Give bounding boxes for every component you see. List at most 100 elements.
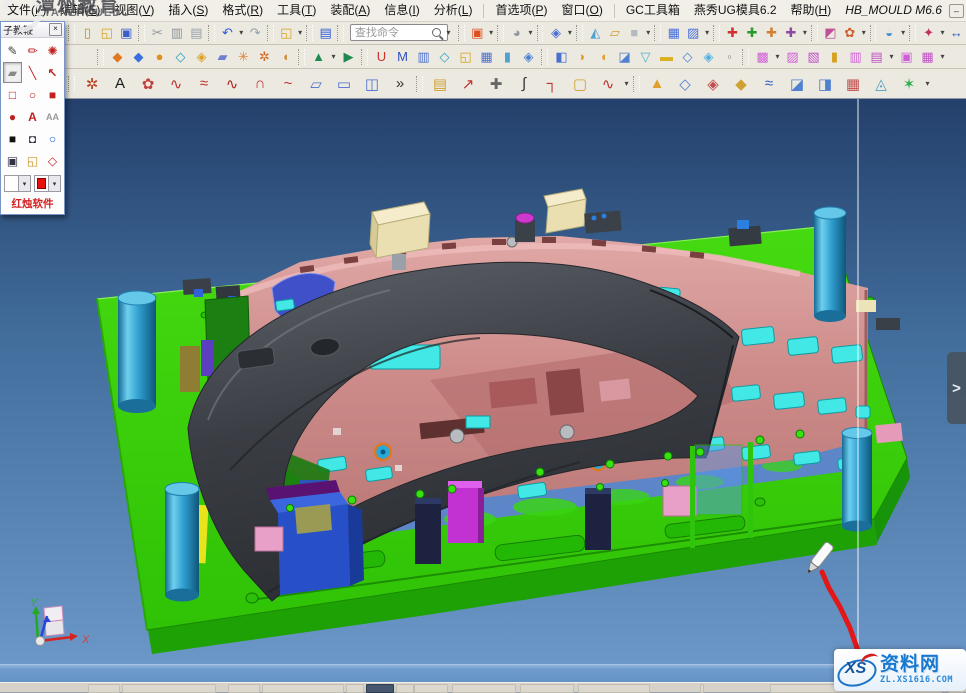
isometric-view-icon[interactable]: ◈ — [546, 22, 565, 44]
sew-icon[interactable]: ▨ — [782, 46, 803, 68]
dropdown-caret-icon[interactable]: ▾ — [237, 23, 245, 43]
mirror-icon[interactable]: ▣ — [896, 46, 917, 68]
object-display-icon[interactable]: ✿ — [840, 22, 859, 44]
taskbar-item[interactable] — [520, 684, 574, 693]
orient-view-icon[interactable]: ◭ — [586, 22, 605, 44]
sketch-curve-icon[interactable]: ✿ — [134, 71, 162, 97]
revolve-icon[interactable]: ✳ — [233, 46, 254, 68]
sweep-icon[interactable]: ◖ — [275, 46, 296, 68]
toolbar-grip[interactable] — [138, 25, 145, 41]
toolbar-grip[interactable] — [361, 49, 368, 65]
menu-item-yanxiu-ug-mold[interactable]: 燕秀UG模具6.2 — [687, 0, 784, 21]
pocket-icon[interactable]: ▥ — [413, 46, 434, 68]
dropdown-caret-icon[interactable]: ▾ — [644, 23, 652, 43]
four-point-surface-icon[interactable]: ▲ — [643, 71, 671, 97]
scale-icon[interactable]: ▦ — [917, 46, 938, 68]
taskbar-item[interactable] — [700, 684, 704, 693]
text-a-tool[interactable]: A — [23, 106, 42, 127]
menu-item-gc-toolbox[interactable]: GC工具箱 — [619, 0, 687, 21]
info-sheet-icon[interactable]: ▤ — [316, 22, 335, 44]
toolbar-grip[interactable] — [68, 76, 75, 92]
toolbar-grip[interactable] — [68, 25, 75, 41]
fit-view-icon[interactable]: ▣ — [468, 22, 487, 44]
helix-icon[interactable]: ∿ — [218, 71, 246, 97]
task-sketch-icon[interactable]: ▶ — [338, 46, 359, 68]
menu-item-file[interactable]: 文件(F) — [0, 0, 53, 21]
toolbar-grip[interactable] — [537, 25, 544, 41]
trimmed-sheet-icon[interactable]: ◨ — [811, 71, 839, 97]
project-curve-icon[interactable]: ↗ — [454, 71, 482, 97]
redo-icon[interactable]: ↷ — [245, 22, 264, 44]
new-file-icon[interactable]: ▯ — [78, 22, 97, 44]
dropdown-caret-icon[interactable]: ▾ — [938, 23, 946, 43]
taskbar-item[interactable] — [346, 684, 364, 693]
dropdown-caret-icon[interactable]: ▾ — [887, 47, 896, 67]
pane-icon[interactable]: ■ — [625, 22, 644, 44]
dropdown-caret-icon[interactable]: ▾ — [773, 47, 782, 67]
patch-icon[interactable]: ▧ — [803, 46, 824, 68]
styled-sweep-icon[interactable]: ▦ — [839, 71, 867, 97]
taskbar-item[interactable] — [262, 684, 344, 693]
toolbar-grip[interactable] — [713, 25, 720, 41]
line-tool[interactable]: ╲ — [23, 62, 42, 83]
split-body-icon[interactable]: ▽ — [635, 46, 656, 68]
distance-icon[interactable]: ↔ — [947, 22, 966, 44]
dropdown-caret-icon[interactable]: ▾ — [703, 23, 711, 43]
arrow-tool[interactable]: ↖ — [43, 62, 62, 83]
block-icon[interactable]: ◈ — [191, 46, 212, 68]
pen-tool[interactable]: ✎ — [3, 40, 22, 61]
dropdown-caret-icon[interactable]: ▾ — [296, 23, 304, 43]
menu-item-view[interactable]: 视图(V) — [107, 0, 161, 21]
open-recent-icon[interactable]: ◱ — [277, 22, 296, 44]
hole-icon[interactable]: U — [371, 46, 392, 68]
toolbar-grip[interactable] — [416, 76, 423, 92]
taskbar-item[interactable] — [228, 684, 260, 693]
offset-surface-icon[interactable]: ◪ — [783, 71, 811, 97]
round-tool[interactable]: ● — [3, 106, 22, 127]
brush-tool[interactable]: ✏ — [23, 40, 42, 61]
taskbar-item[interactable] — [414, 684, 448, 693]
menu-item-tools[interactable]: 工具(T) — [270, 0, 323, 21]
cone-icon[interactable]: ◇ — [170, 46, 191, 68]
datum-plane-icon[interactable]: ◆ — [107, 46, 128, 68]
overflow-chevron[interactable]: » — [386, 71, 414, 97]
shaded-view-icon[interactable]: ◕ — [507, 22, 526, 44]
n-sided-icon[interactable]: ◆ — [727, 71, 755, 97]
menu-item-analysis[interactable]: 分析(L) — [427, 0, 480, 21]
blackboard-tool[interactable]: ■ — [3, 128, 22, 149]
new-window-icon[interactable]: ▦ — [664, 22, 683, 44]
toolbar-grip[interactable] — [576, 25, 583, 41]
extrude-icon[interactable]: ▰ — [212, 46, 233, 68]
toolbar-grip[interactable] — [306, 25, 313, 41]
trim-body-icon[interactable]: ◪ — [614, 46, 635, 68]
toolbar-grip[interactable] — [811, 25, 818, 41]
point-icon[interactable]: ✲ — [78, 71, 106, 97]
cylinder-icon[interactable]: ▮ — [497, 46, 518, 68]
dropdown-caret-icon[interactable]: ▾ — [938, 47, 947, 67]
through-curves-icon[interactable]: ◈ — [699, 71, 727, 97]
boss-icon[interactable]: M — [392, 46, 413, 68]
dropdown-caret-icon[interactable]: ▾ — [899, 23, 907, 43]
blend-icon[interactable]: ▬ — [656, 46, 677, 68]
taskbar-item[interactable] — [88, 684, 120, 693]
toolbar-grip[interactable] — [541, 49, 548, 65]
datum-plane2-icon[interactable]: ▱ — [302, 71, 330, 97]
wcs-display-icon[interactable]: ✚ — [723, 22, 742, 44]
rect-tool[interactable]: □ — [3, 84, 22, 105]
sketch-icon[interactable]: ▲ — [308, 46, 329, 68]
paste-icon[interactable]: ▤ — [187, 22, 206, 44]
cascade-window-icon[interactable]: ▨ — [683, 22, 702, 44]
offset-face-icon[interactable]: ▩ — [752, 46, 773, 68]
edit-display-icon[interactable]: ◩ — [821, 22, 840, 44]
menu-item-format[interactable]: 格式(R) — [215, 0, 270, 21]
palette-close-button[interactable]: × — [49, 23, 62, 36]
dropdown-caret-icon[interactable]: ▾ — [526, 23, 534, 43]
emboss-icon[interactable]: ▥ — [845, 46, 866, 68]
diamond-tool[interactable]: ◇ — [43, 150, 62, 171]
wcs-dynamics-icon[interactable]: ✚ — [742, 22, 761, 44]
taskbar-item[interactable] — [578, 684, 650, 693]
toolbar-grip[interactable] — [870, 25, 877, 41]
toolbar-grip[interactable] — [97, 49, 104, 65]
intersect-curve-icon[interactable]: ✚ — [482, 71, 510, 97]
law-extension-icon[interactable]: ≈ — [755, 71, 783, 97]
